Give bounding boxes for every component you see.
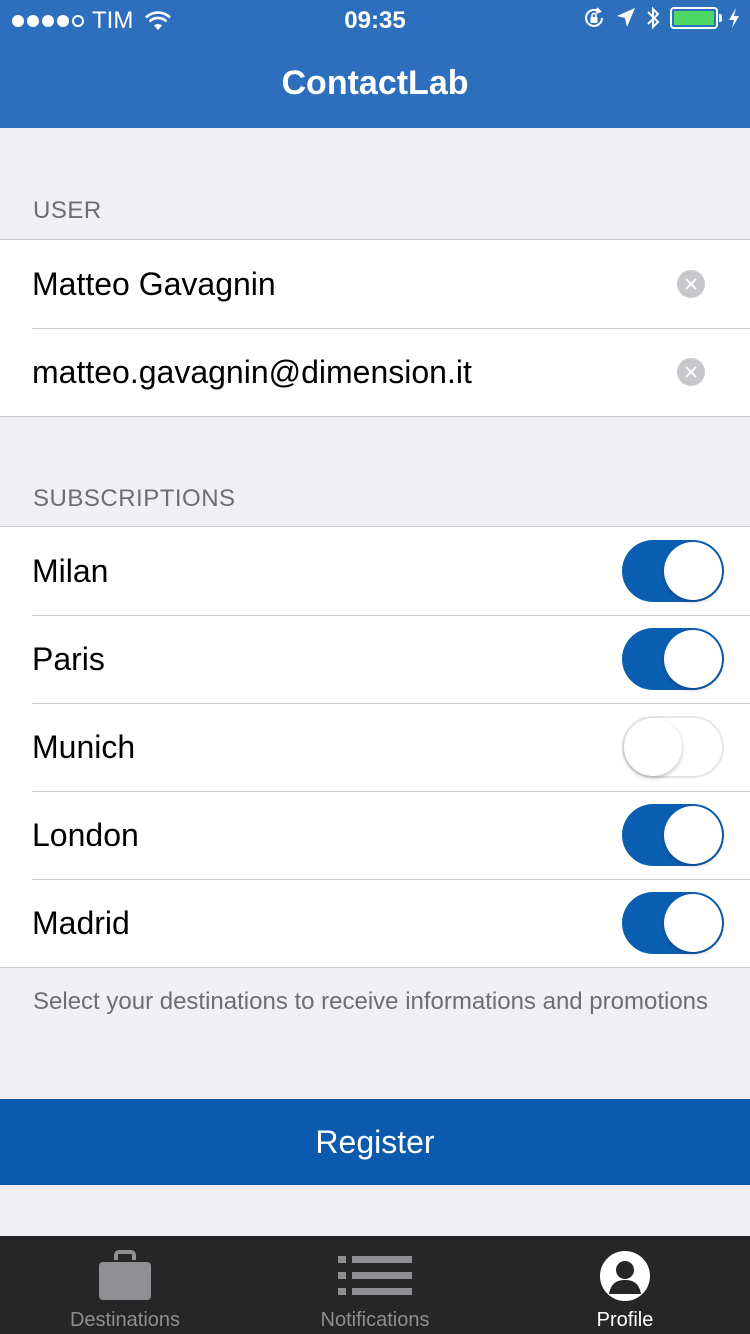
subscription-row-paris: Paris	[0, 615, 750, 703]
madrid-toggle[interactable]	[622, 892, 724, 954]
subscription-label: Munich	[32, 728, 136, 765]
name-field[interactable]: Matteo Gavagnin	[0, 240, 750, 328]
tab-label: Profile	[596, 1309, 654, 1331]
email-field[interactable]: matteo.gavagnin@dimension.it	[0, 328, 750, 416]
rotation-lock-icon	[585, 7, 603, 27]
tab-label: Destinations	[69, 1309, 181, 1331]
subscription-row-milan: Milan	[0, 527, 750, 615]
list-icon	[338, 1256, 412, 1295]
london-toggle[interactable]	[622, 804, 724, 866]
subscription-row-madrid: Madrid	[0, 879, 750, 967]
subscription-label: Paris	[32, 640, 105, 677]
tab-bar: Destinations Notifications Profile	[0, 1236, 750, 1334]
charging-bolt-icon	[729, 8, 739, 28]
tab-destinations[interactable]: Destinations	[0, 1236, 250, 1334]
register-button[interactable]: Register	[0, 1099, 750, 1185]
user-fields-group: Matteo Gavagnin matteo.gavagnin@dimensio…	[0, 239, 750, 417]
subscription-label: London	[32, 816, 139, 853]
tab-profile[interactable]: Profile	[500, 1236, 750, 1334]
subscription-row-munich: Munich	[0, 703, 750, 791]
subscriptions-section-header: SUBSCRIPTIONS	[33, 485, 236, 512]
profile-icon	[600, 1251, 650, 1301]
bluetooth-icon	[647, 6, 660, 30]
battery-icon	[670, 7, 722, 29]
paris-toggle[interactable]	[622, 628, 724, 690]
user-section-header: USER	[33, 197, 102, 224]
subscriptions-group: Milan Paris Munich London Madrid	[0, 526, 750, 968]
name-field-value[interactable]: Matteo Gavagnin	[32, 266, 276, 303]
briefcase-icon	[99, 1250, 151, 1300]
navigation-bar: TIM 09:35 ContactLab	[0, 0, 750, 128]
page-title: ContactLab	[281, 64, 469, 102]
munich-toggle[interactable]	[622, 716, 724, 778]
subscription-row-london: London	[0, 791, 750, 879]
email-field-value[interactable]: matteo.gavagnin@dimension.it	[32, 354, 472, 391]
subscriptions-footer-note: Select your destinations to receive info…	[33, 988, 709, 1015]
tab-label: Notifications	[320, 1309, 430, 1331]
clear-email-icon[interactable]	[677, 358, 705, 386]
location-arrow-icon	[617, 8, 635, 27]
subscription-label: Milan	[32, 552, 109, 589]
milan-toggle[interactable]	[622, 540, 724, 602]
status-bar: TIM 09:35	[0, 0, 750, 40]
subscription-label: Madrid	[32, 904, 130, 941]
clear-name-icon[interactable]	[677, 270, 705, 298]
tab-notifications[interactable]: Notifications	[250, 1236, 500, 1334]
